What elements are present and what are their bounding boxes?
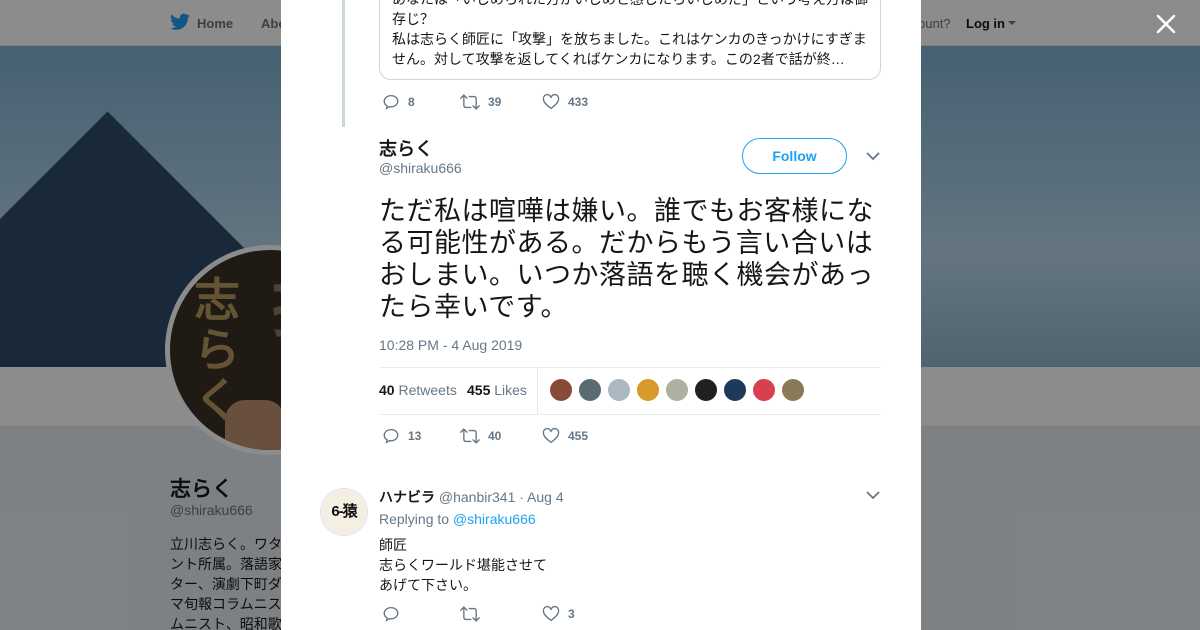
heart-icon [542, 605, 560, 622]
reply-actions: 3 [382, 604, 642, 624]
tweet-text: ただ私は喧嘩は嫌い。誰でもお客様になる可能性がある。だからもう言い合いはおしまい… [379, 196, 874, 322]
liker-avatar[interactable] [694, 378, 718, 402]
reply-avatar-text: 6-猿 [331, 503, 357, 520]
stats-divider [537, 368, 538, 414]
reply-count: 13 [408, 429, 422, 443]
likes-stat[interactable]: 455 Likes [467, 382, 527, 398]
retweet-button[interactable]: 39 [460, 92, 501, 112]
reply-button[interactable] [382, 604, 408, 624]
reply-icon [383, 606, 399, 622]
liker-avatar[interactable] [636, 378, 660, 402]
quoted-tweet[interactable]: あなたは「いじめられた方がいじめと感じたらいじめだ」という考え方は御 存じ？ 私… [379, 0, 881, 80]
like-count: 3 [568, 607, 575, 621]
heart-icon [542, 427, 560, 444]
like-button[interactable]: 433 [542, 92, 588, 112]
like-button[interactable]: 3 [542, 604, 575, 624]
liker-avatar[interactable] [723, 378, 747, 402]
reply-date[interactable]: · Aug 4 [519, 489, 563, 505]
liker-avatar[interactable] [578, 378, 602, 402]
retweet-count: 39 [488, 95, 502, 109]
replying-to-link[interactable]: @shiraku666 [453, 511, 536, 527]
replying-to: Replying to @shiraku666 [379, 511, 536, 527]
like-button[interactable]: 455 [542, 426, 588, 446]
reply-button[interactable]: 13 [382, 426, 421, 446]
reply-count: 8 [408, 95, 415, 109]
follow-button[interactable]: Follow [742, 138, 847, 174]
retweet-button[interactable] [460, 604, 488, 624]
retweet-button[interactable]: 40 [460, 426, 501, 446]
tweet-timestamp[interactable]: 10:28 PM - 4 Aug 2019 [379, 337, 522, 353]
quoted-text-line: 存じ？ [392, 11, 434, 27]
tweet-modal: あなたは「いじめられた方がいじめと感じたらいじめだ」という考え方は御 存じ？ 私… [281, 0, 921, 630]
prev-tweet-actions: 8 39 433 [382, 92, 642, 112]
quoted-text-line: あなたは「いじめられた方がいじめと感じたらいじめだ」という考え方は御 [392, 0, 872, 9]
reply-author-name[interactable]: ハナビラ [379, 489, 435, 505]
chevron-down-icon[interactable] [866, 151, 880, 161]
retweet-icon [460, 606, 480, 622]
like-count: 455 [568, 429, 589, 443]
quoted-text-line: せん。対して攻撃を返してくればケンカになります。この2者で話が終… [392, 51, 845, 67]
reply-avatar[interactable]: 6-猿 [320, 488, 368, 536]
reply-header: ハナビラ @hanbir341 · Aug 4 [379, 487, 564, 507]
close-icon[interactable] [1154, 12, 1178, 36]
tweet-stats: 40 Retweets 455 Likes [379, 367, 881, 415]
tweet-author-name[interactable]: 志らく [379, 135, 433, 161]
reply-text: 師匠 志らくワールド堪能させて あげて下さい。 [379, 537, 547, 593]
liker-avatar[interactable] [781, 378, 805, 402]
reply-author-handle[interactable]: @hanbir341 [439, 489, 516, 505]
reply-icon [383, 94, 399, 110]
retweet-icon [460, 94, 480, 110]
liker-avatar[interactable] [549, 378, 573, 402]
liker-avatar[interactable] [665, 378, 689, 402]
liker-avatar[interactable] [607, 378, 631, 402]
tweet-author-handle[interactable]: @shiraku666 [379, 160, 462, 176]
retweet-icon [460, 428, 480, 444]
chevron-down-icon[interactable] [866, 490, 880, 500]
retweets-stat[interactable]: 40 Retweets [379, 382, 457, 398]
like-count: 433 [568, 95, 589, 109]
thread-line [342, 0, 345, 127]
heart-icon [542, 93, 560, 110]
retweet-count: 40 [488, 429, 502, 443]
reply-icon [383, 428, 399, 444]
quoted-text-line: 私は志らく師匠に「攻撃」を放ちました。これはケンカのきっかけにすぎま [392, 31, 867, 47]
reply-button[interactable]: 8 [382, 92, 415, 112]
tweet-actions: 13 40 455 [382, 426, 642, 446]
liker-avatar[interactable] [752, 378, 776, 402]
